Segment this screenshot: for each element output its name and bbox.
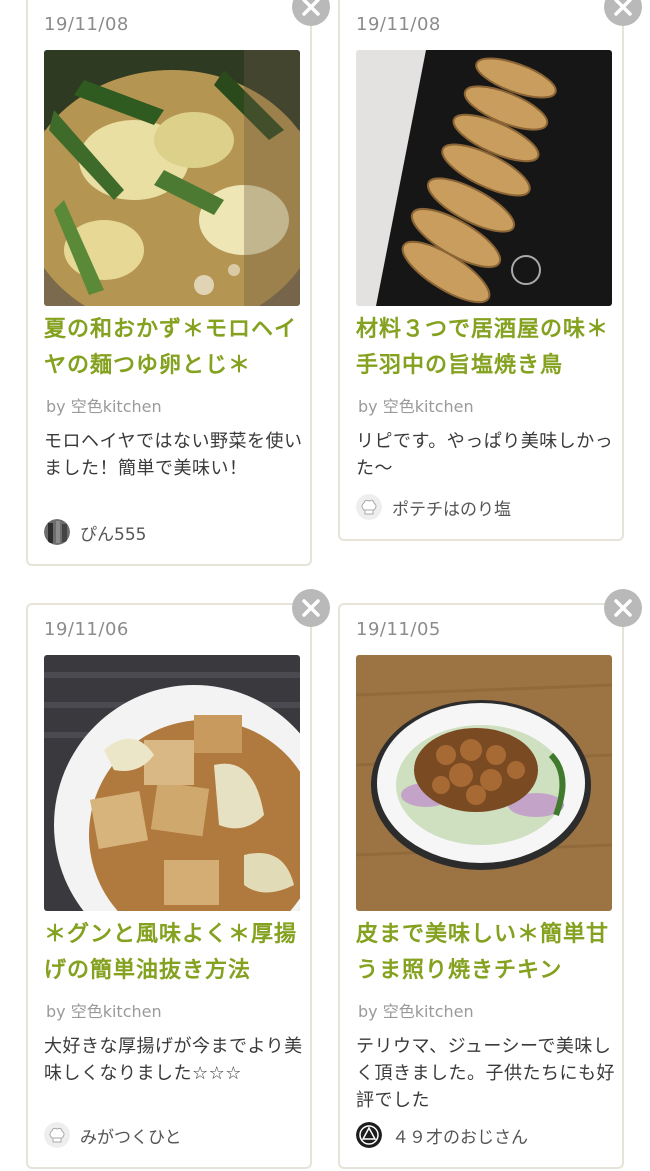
commenter-name: ぴん555: [80, 524, 147, 545]
recipe-card[interactable]: 19/11/06 ＊グンと風味よく＊厚揚げの簡単油抜き方法 by 空色kitch…: [26, 603, 312, 1169]
card-date: 19/11/08: [44, 14, 129, 35]
commenter[interactable]: ポテチはのり塩: [356, 494, 511, 520]
recipe-photo[interactable]: [356, 655, 612, 911]
comment-text: テリウマ、ジューシーで美味しく頂きました。子供たちにも好評でした: [356, 1036, 615, 1111]
commenter[interactable]: ぴん555: [44, 519, 146, 545]
commenter-name: みがつくひと: [80, 1127, 182, 1148]
recipe-author[interactable]: by 空色kitchen: [358, 393, 474, 417]
close-icon[interactable]: [604, 589, 642, 627]
chef-hat-icon: [356, 494, 382, 520]
recipe-photo[interactable]: [44, 50, 300, 306]
comment-text: モロヘイヤではない野菜を使いました！簡単で美味い！: [44, 431, 303, 479]
recipe-title[interactable]: 夏の和おかず＊モロヘイヤの麺つゆ卵とじ＊: [44, 312, 304, 384]
close-icon[interactable]: [604, 0, 642, 26]
card-date: 19/11/05: [356, 619, 441, 640]
comment-text: 大好きな厚揚げが今までより美味しくなりました☆☆☆: [44, 1036, 303, 1084]
recipe-photo[interactable]: [44, 655, 300, 911]
recipe-card[interactable]: 19/11/05 皮まで美味しい＊簡単甘うま照り焼きチキン by 空色kitch…: [338, 603, 624, 1169]
card-date: 19/11/08: [356, 14, 441, 35]
recipe-author[interactable]: by 空色kitchen: [358, 998, 474, 1022]
user-photo-icon: [44, 519, 70, 545]
recipe-author[interactable]: by 空色kitchen: [46, 393, 162, 417]
recipe-title[interactable]: 材料３つで居酒屋の味＊手羽中の旨塩焼き鳥: [356, 312, 616, 384]
comment-text: リピです。やっぱり美味しかった〜: [356, 431, 614, 479]
recipe-photo[interactable]: [356, 50, 612, 306]
recipe-card[interactable]: 19/11/08 夏の和おかず＊モロヘイヤの麺つゆ卵とじ＊ by 空色kitch…: [26, 0, 312, 566]
emblem-icon: [356, 1122, 382, 1148]
recipe-card[interactable]: 19/11/08 材料３つで居酒屋の味＊手羽中の旨塩焼き鳥 by 空色kitch…: [338, 0, 624, 541]
card-date: 19/11/06: [44, 619, 129, 640]
commenter[interactable]: みがつくひと: [44, 1122, 182, 1148]
recipe-author[interactable]: by 空色kitchen: [46, 998, 162, 1022]
recipe-title[interactable]: ＊グンと風味よく＊厚揚げの簡単油抜き方法: [44, 917, 304, 989]
close-icon[interactable]: [292, 0, 330, 26]
commenter-name: ポテチはのり塩: [392, 499, 511, 520]
close-icon[interactable]: [292, 589, 330, 627]
recipe-title[interactable]: 皮まで美味しい＊簡単甘うま照り焼きチキン: [356, 917, 616, 989]
chef-hat-icon: [44, 1122, 70, 1148]
commenter-name: ４９才のおじさん: [392, 1127, 528, 1148]
commenter[interactable]: ４９才のおじさん: [356, 1122, 528, 1148]
